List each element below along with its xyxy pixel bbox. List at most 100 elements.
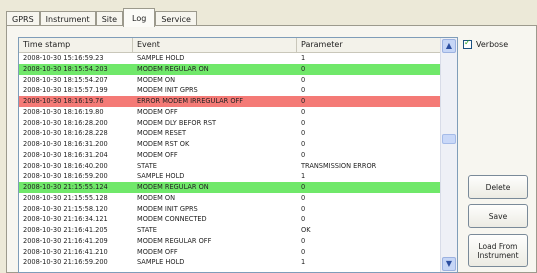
log-row[interactable]: 2008-10-30 18:16:28.200 MODEM DLY BEFOR R… — [19, 118, 457, 129]
log-row[interactable]: 2008-10-30 18:16:59.200 SAMPLE HOLD 1 — [19, 171, 457, 182]
verbose-toggle[interactable]: Verbose — [463, 38, 509, 49]
log-rows: 2008-10-30 15:16:59.23 SAMPLE HOLD 1 2008-1… — [19, 53, 457, 268]
log-cell-parameter: 1 — [301, 258, 306, 267]
log-row[interactable]: 2008-10-30 18:16:31.204 MODEM OFF 0 — [19, 150, 457, 161]
log-cell-parameter: 0 — [301, 193, 306, 202]
log-cell-event: MODEM ON — [137, 75, 176, 84]
tab-site[interactable]: Site — [95, 11, 124, 26]
log-cell-parameter: 0 — [301, 140, 306, 148]
log-cell-parameter: 0 — [301, 129, 306, 138]
log-cell-event: MODEM OFF — [137, 247, 178, 256]
tab-instrument[interactable]: Instrument — [39, 11, 96, 26]
log-cell-event: MODEM RST OK — [137, 140, 190, 148]
log-cell-event: STATE — [137, 226, 157, 234]
column-header-time[interactable]: Time stamp — [19, 38, 133, 52]
log-row[interactable]: 2008-10-30 18:16:19.80 MODEM OFF 0 — [19, 107, 457, 118]
scroll-thumb[interactable] — [442, 134, 456, 144]
log-cell-time: 2008-10-30 18:16:31.204 — [23, 150, 108, 159]
log-cell-time: 2008-10-30 21:16:34.121 — [23, 215, 108, 224]
log-cell-time: 2008-10-30 21:15:58.120 — [23, 204, 108, 213]
log-cell-parameter: TRANSMISSION ERROR — [301, 161, 377, 170]
log-cell-time: 2008-10-30 18:16:31.200 — [23, 140, 108, 148]
log-cell-parameter: 0 — [301, 247, 306, 256]
log-cell-event: STATE — [137, 161, 157, 170]
log-row[interactable]: 2008-10-30 21:16:41.205 STATE OK — [19, 225, 457, 236]
log-row[interactable]: 2008-10-30 18:15:54.203 MODEM REGULAR ON 0 — [19, 63, 457, 75]
log-row[interactable]: 2008-10-30 18:16:40.200 STATE TRANSMISSION… — [19, 161, 457, 172]
log-cell-event: MODEM REGULAR ON — [137, 183, 209, 191]
column-header-parameter[interactable]: Parameter — [297, 38, 441, 52]
log-cell-parameter: 0 — [301, 204, 306, 213]
log-cell-parameter: 0 — [301, 75, 306, 84]
log-cell-time: 2008-10-30 21:16:41.210 — [23, 247, 108, 256]
log-cell-event: MODEM ON — [137, 193, 176, 202]
log-cell-parameter: OK — [301, 226, 311, 234]
log-row[interactable]: 2008-10-30 21:16:34.121 MODEM CONNECTED 0 — [19, 214, 457, 225]
log-row[interactable]: 2008-10-30 21:15:58.120 MODEM INIT GPRS 0 — [19, 204, 457, 215]
log-cell-parameter: 0 — [301, 64, 306, 73]
log-cell-parameter: 0 — [301, 107, 306, 116]
log-cell-event: SAMPLE HOLD — [137, 172, 185, 181]
log-cell-time: 2008-10-30 18:16:19.76 — [23, 97, 104, 105]
delete-button[interactable]: Delete — [468, 175, 528, 199]
log-list-header: Time stamp Event Parameter — [19, 38, 457, 53]
tab-log[interactable]: Log — [123, 8, 156, 27]
log-cell-parameter: 0 — [301, 150, 306, 159]
save-button[interactable]: Save — [468, 204, 528, 228]
log-row[interactable]: 2008-10-30 21:15:55.128 MODEM ON 0 — [19, 193, 457, 204]
log-cell-event: SAMPLE HOLD — [137, 258, 185, 267]
vertical-scrollbar[interactable]: ▲ ▼ — [440, 38, 457, 272]
verbose-checkbox[interactable] — [463, 38, 472, 49]
log-cell-time: 2008-10-30 18:16:28.200 — [23, 118, 108, 127]
log-row[interactable]: 2008-10-30 21:16:41.210 MODEM OFF 0 — [19, 247, 457, 258]
log-cell-event: MODEM REGULAR OFF — [137, 236, 212, 245]
log-row[interactable]: 2008-10-30 21:16:41.209 MODEM REGULAR OFF… — [19, 236, 457, 247]
log-cell-event: MODEM INIT GPRS — [137, 204, 198, 213]
log-cell-parameter: 0 — [301, 183, 306, 191]
log-cell-event: SAMPLE HOLD — [137, 54, 185, 62]
log-cell-parameter: 1 — [301, 172, 306, 181]
log-cell-time: 2008-10-30 18:16:59.200 — [23, 172, 108, 181]
log-list[interactable]: Time stamp Event Parameter 2008-10-30 15… — [18, 37, 458, 273]
log-row[interactable]: 2008-10-30 18:15:57.199 MODEM INIT GPRS 0 — [19, 85, 457, 96]
log-cell-parameter: 0 — [301, 215, 306, 224]
log-row[interactable]: 2008-10-30 21:16:59.200 SAMPLE HOLD 1 — [19, 257, 457, 268]
log-row[interactable]: 2008-10-30 15:16:59.23 SAMPLE HOLD 1 — [19, 53, 457, 64]
log-cell-time: 2008-10-30 18:16:19.80 — [23, 107, 104, 116]
log-row[interactable]: 2008-10-30 18:16:28.228 MODEM RESET 0 — [19, 128, 457, 139]
log-cell-event: MODEM OFF — [137, 150, 178, 159]
tab-strip: GPRS Instrument Site Log Service — [6, 6, 197, 27]
log-row[interactable]: 2008-10-30 21:15:55.124 MODEM REGULAR ON 0 — [19, 182, 457, 193]
log-cell-time: 2008-10-30 18:15:54.207 — [23, 75, 108, 84]
log-cell-parameter: 0 — [301, 86, 306, 95]
log-cell-parameter: 1 — [301, 54, 306, 62]
log-cell-parameter: 0 — [301, 236, 306, 245]
column-header-event[interactable]: Event — [133, 38, 297, 52]
log-cell-event: MODEM OFF — [137, 107, 178, 116]
tab-gprs[interactable]: GPRS — [6, 11, 40, 26]
log-cell-time: 2008-10-30 18:15:57.199 — [23, 86, 108, 95]
log-cell-time: 2008-10-30 21:16:59.200 — [23, 258, 108, 267]
log-cell-event: ERROR MODEM IRREGULAR OFF — [137, 97, 244, 105]
log-cell-time: 2008-10-30 18:15:54.203 — [23, 64, 108, 73]
log-row[interactable]: 2008-10-30 18:16:19.76 ERROR MODEM IRREGU… — [19, 96, 457, 107]
log-cell-time: 2008-10-30 18:16:28.228 — [23, 129, 108, 138]
scroll-down-icon[interactable]: ▼ — [442, 257, 456, 271]
log-cell-parameter: 0 — [301, 118, 306, 127]
log-cell-event: MODEM DLY BEFOR RST — [137, 118, 217, 127]
log-row[interactable]: 2008-10-30 18:15:54.207 MODEM ON 0 — [19, 75, 457, 86]
log-cell-time: 2008-10-30 21:15:55.128 — [23, 193, 108, 202]
load-from-instrument-button[interactable]: Load From Instrument — [468, 234, 528, 267]
log-cell-event: MODEM REGULAR ON — [137, 64, 209, 73]
scroll-up-icon[interactable]: ▲ — [442, 39, 456, 53]
log-cell-time: 2008-10-30 21:15:55.124 — [23, 183, 108, 191]
log-row[interactable]: 2008-10-30 18:16:31.200 MODEM RST OK 0 — [19, 139, 457, 150]
tab-service[interactable]: Service — [155, 11, 197, 26]
log-cell-event: MODEM INIT GPRS — [137, 86, 198, 95]
log-cell-time: 2008-10-30 15:16:59.23 — [23, 54, 104, 62]
log-cell-parameter: 0 — [301, 97, 306, 105]
verbose-label: Verbose — [476, 40, 509, 49]
log-cell-event: MODEM RESET — [137, 129, 187, 138]
log-cell-time: 2008-10-30 18:16:40.200 — [23, 161, 108, 170]
log-cell-event: MODEM CONNECTED — [137, 215, 207, 224]
